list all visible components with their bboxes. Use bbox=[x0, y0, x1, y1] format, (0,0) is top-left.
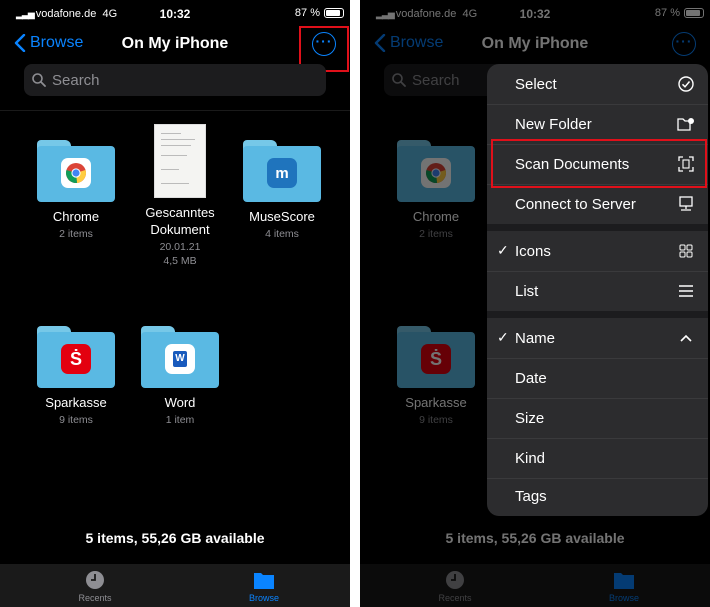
options-menu: Select New Folder Scan Documents Connect… bbox=[487, 64, 708, 516]
menu-item-select[interactable]: Select bbox=[487, 64, 708, 104]
grid-icon bbox=[676, 241, 696, 261]
menu-label: Name bbox=[515, 329, 556, 347]
battery-icon bbox=[324, 8, 344, 18]
chevron-up-icon bbox=[676, 328, 696, 348]
document-thumbnail bbox=[154, 124, 206, 198]
menu-item-sort-name[interactable]: ✓ Name bbox=[487, 318, 708, 358]
battery: 87 % bbox=[295, 7, 344, 19]
item-date: 20.01.21 bbox=[159, 241, 201, 253]
item-meta: 9 items bbox=[59, 414, 93, 426]
folder-icon: Ṡ bbox=[37, 326, 115, 388]
menu-label: List bbox=[515, 282, 539, 300]
menu-label: Icons bbox=[515, 242, 551, 260]
navigation-bar: Browse On My iPhone ··· bbox=[0, 28, 350, 62]
menu-label: Kind bbox=[515, 449, 546, 467]
files-screen-menu: ▂▃▅vodafone.de 4G 10:32 87 % Browse On M… bbox=[360, 0, 710, 607]
tab-label: Browse bbox=[248, 593, 279, 603]
musescore-icon: m bbox=[267, 158, 297, 188]
folder-item[interactable]: W Word 1 item bbox=[130, 326, 230, 427]
word-icon: W bbox=[165, 344, 195, 374]
item-name: Chrome bbox=[52, 209, 100, 224]
menu-item-new-folder[interactable]: New Folder bbox=[487, 104, 708, 144]
item-meta: 2 items bbox=[59, 228, 93, 240]
folder-item[interactable]: m MuseScore 4 items bbox=[232, 140, 332, 241]
divider bbox=[0, 110, 350, 111]
folder-item[interactable]: Ṡ Sparkasse 9 items bbox=[26, 326, 126, 427]
tab-label: Recents bbox=[78, 593, 112, 603]
menu-label: Date bbox=[515, 369, 547, 387]
item-name: Sparkasse bbox=[45, 395, 107, 410]
checkmark-circle-icon bbox=[676, 74, 696, 94]
checkmark-icon: ✓ bbox=[497, 329, 509, 345]
menu-item-sort-kind[interactable]: Kind bbox=[487, 438, 708, 478]
folder-item[interactable]: Chrome 2 items bbox=[26, 140, 126, 241]
tab-bar: Recents Browse bbox=[0, 564, 350, 607]
highlight-box bbox=[491, 139, 707, 188]
folder-icon: m bbox=[243, 140, 321, 202]
search-bar[interactable] bbox=[24, 64, 326, 96]
menu-label: New Folder bbox=[515, 115, 592, 133]
menu-item-list[interactable]: List bbox=[487, 271, 708, 311]
menu-item-sort-tags[interactable]: Tags bbox=[487, 476, 708, 516]
item-name: Gescanntes Dokument bbox=[145, 205, 215, 237]
item-meta: 4 items bbox=[265, 228, 299, 240]
page-title: On My iPhone bbox=[121, 35, 229, 52]
folder-icon: W bbox=[141, 326, 219, 388]
menu-item-sort-size[interactable]: Size bbox=[487, 398, 708, 438]
storage-summary: 5 items, 55,26 GB available bbox=[85, 530, 265, 546]
new-folder-icon bbox=[676, 114, 696, 134]
list-icon bbox=[676, 281, 696, 301]
menu-label: Size bbox=[515, 409, 545, 427]
folder-icon bbox=[254, 573, 274, 589]
status-bar: ▂▃▅vodafone.de 4G 10:32 87 % bbox=[0, 0, 350, 28]
menu-item-icons[interactable]: ✓ Icons bbox=[487, 231, 708, 271]
folder-icon bbox=[37, 140, 115, 202]
search-icon bbox=[32, 73, 46, 87]
server-icon bbox=[676, 194, 696, 214]
item-name: MuseScore bbox=[249, 209, 315, 224]
item-meta: 20.01.21 4,5 MB bbox=[130, 240, 230, 268]
tab-browse[interactable]: Browse bbox=[224, 570, 304, 603]
files-screen-browse: ▂▃▅ vodafone.de 4G 10:32 87 % Browse On M… bbox=[0, 0, 350, 607]
menu-label: Connect to Server bbox=[515, 195, 636, 213]
item-name: Word bbox=[164, 395, 196, 410]
checkmark-icon: ✓ bbox=[497, 242, 509, 258]
chrome-icon bbox=[61, 158, 91, 188]
item-meta: 1 item bbox=[165, 414, 195, 426]
document-item[interactable]: Gescanntes Dokument 20.01.21 4,5 MB bbox=[130, 124, 230, 268]
menu-label: Select bbox=[515, 75, 557, 93]
clock-icon bbox=[86, 571, 104, 589]
item-size: 4,5 MB bbox=[163, 255, 197, 267]
menu-item-sort-date[interactable]: Date bbox=[487, 358, 708, 398]
battery-percent: 87 % bbox=[294, 7, 320, 19]
menu-label: Tags bbox=[515, 487, 547, 505]
menu-item-connect-to-server[interactable]: Connect to Server bbox=[487, 184, 708, 224]
search-input[interactable] bbox=[52, 71, 252, 89]
sparkasse-icon: Ṡ bbox=[61, 344, 91, 374]
tab-recents[interactable]: Recents bbox=[55, 570, 135, 603]
